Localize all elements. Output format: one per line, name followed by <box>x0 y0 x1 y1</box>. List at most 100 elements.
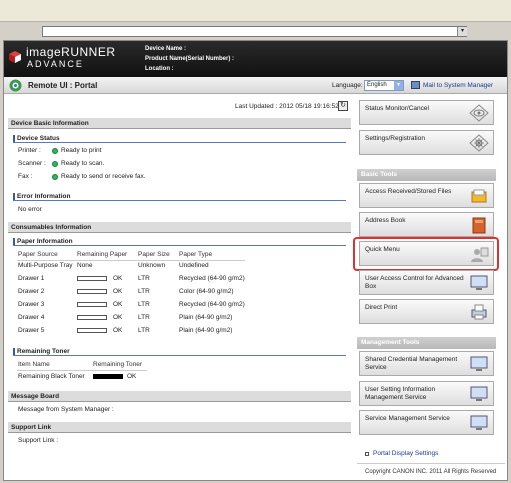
paper-type-5: Plain (64-90 g/m2) <box>179 327 233 334</box>
paper-remaining-3: OK <box>113 301 123 308</box>
access-files-button[interactable]: Access Received/Stored Files <box>359 183 494 208</box>
paper-level-bar <box>77 289 107 294</box>
shared-credential-button[interactable]: Shared Credential Management Service <box>359 351 494 376</box>
access-files-label: Access Received/Stored Files <box>365 188 452 195</box>
monitor-icon <box>470 415 488 430</box>
status-monitor-label: Status Monitor/Cancel <box>365 105 429 112</box>
logo-text-advance: ADVANCE <box>27 59 84 69</box>
paper-col-size: Paper Size <box>138 251 170 258</box>
paper-size-2: LTR <box>138 288 150 295</box>
toner-item-name: Remaining Black Toner <box>18 373 85 380</box>
paper-size-5: LTR <box>138 327 150 334</box>
device-name-label: Device Name : <box>145 46 187 52</box>
section-device-basic-info: Device Basic Information <box>8 118 351 129</box>
user-access-control-button[interactable]: User Access Control for Advanced Box <box>359 270 494 295</box>
service-management-button[interactable]: Service Management Service <box>359 410 494 435</box>
folder-icon <box>471 189 487 203</box>
paper-source-2: Drawer 2 <box>18 288 45 295</box>
paper-col-remaining: Remaining Paper <box>77 251 128 258</box>
gear-icon <box>469 134 489 152</box>
table-divider <box>17 370 147 371</box>
monitor-icon <box>470 275 488 290</box>
user-setting-info-label: User Setting Information Management Serv… <box>365 386 436 401</box>
paper-source-4: Drawer 4 <box>18 314 45 321</box>
toner-col-item: Item Name <box>18 361 50 368</box>
subsection-remaining-toner: Remaining Toner <box>13 347 346 356</box>
portal-display-settings-link[interactable]: Portal Display Settings <box>373 450 438 457</box>
paper-remaining-0: None <box>77 262 93 269</box>
paper-source-0: Multi-Purpose Tray <box>18 262 73 269</box>
subsection-error-info: Error Information <box>13 192 346 201</box>
status-value-printer: Ready to print <box>61 147 102 154</box>
language-label: Language: <box>332 82 363 89</box>
status-ready-icon <box>52 174 58 180</box>
paper-level-bar <box>77 328 107 333</box>
status-label-printer: Printer : <box>18 147 41 154</box>
quick-menu-highlight <box>353 237 499 271</box>
browser-toolbar <box>0 0 511 22</box>
paper-size-3: LTR <box>138 301 150 308</box>
eye-icon <box>469 104 489 122</box>
paper-remaining-1: OK <box>113 275 123 282</box>
status-value-fax: Ready to send or receive fax. <box>61 173 146 180</box>
group-management-tools: Management Tools <box>357 337 496 349</box>
status-ready-icon <box>52 148 58 154</box>
status-monitor-button[interactable]: Status Monitor/Cancel <box>359 100 494 125</box>
message-from-label: Message from System Manager : <box>18 406 114 413</box>
bullet-icon <box>365 452 369 456</box>
section-message-board: Message Board <box>8 391 351 402</box>
service-management-label: Service Management Service <box>365 415 450 422</box>
table-divider <box>17 260 245 261</box>
remote-ui-icon <box>9 79 22 92</box>
direct-print-button[interactable]: Direct Print <box>359 299 494 324</box>
group-basic-tools: Basic Tools <box>357 169 496 181</box>
support-link-label: Support Link : <box>18 437 59 444</box>
address-dropdown-icon[interactable]: ▾ <box>457 27 467 36</box>
toner-remaining-value: OK <box>127 373 137 380</box>
paper-remaining-2: OK <box>113 288 123 295</box>
settings-registration-button[interactable]: Settings/Registration <box>359 130 494 155</box>
paper-size-4: LTR <box>138 314 150 321</box>
address-book-button[interactable]: Address Book <box>359 212 494 237</box>
paper-size-0: Unknown <box>138 262 166 269</box>
paper-col-type: Paper Type <box>179 251 213 258</box>
address-bar[interactable] <box>42 26 467 37</box>
monitor-icon <box>470 356 488 371</box>
paper-col-source: Paper Source <box>18 251 58 258</box>
paper-source-5: Drawer 5 <box>18 327 45 334</box>
canon-cube-logo-icon <box>9 51 21 63</box>
page-title: Remote UI : Portal <box>28 81 98 90</box>
paper-type-0: Undefined <box>179 262 209 269</box>
subsection-paper-info: Paper Information <box>13 237 346 246</box>
toner-level-bar <box>93 374 123 379</box>
paper-size-1: LTR <box>138 275 150 282</box>
chevron-down-icon[interactable]: ▼ <box>394 81 403 90</box>
error-value: No error <box>18 206 42 213</box>
mail-icon[interactable] <box>411 81 420 89</box>
mail-to-system-manager-link[interactable]: Mail to System Manager <box>423 82 493 89</box>
logo-text-imagerunner: imageRUNNER <box>26 45 116 59</box>
last-updated-text: Last Updated : 2012 05/18 19:16:52 <box>235 103 339 110</box>
copyright-text: Copyright CANON INC. 2011 All Rights Res… <box>365 469 497 475</box>
user-setting-info-button[interactable]: User Setting Information Management Serv… <box>359 381 494 406</box>
footer-divider <box>357 463 505 464</box>
paper-type-3: Recycled (64-90 g/m2) <box>179 301 245 308</box>
direct-print-label: Direct Print <box>365 304 398 311</box>
paper-remaining-4: OK <box>113 314 123 321</box>
paper-level-bar <box>77 302 107 307</box>
paper-source-1: Drawer 1 <box>18 275 45 282</box>
paper-type-4: Plain (64-90 g/m2) <box>179 314 233 321</box>
paper-level-bar <box>77 315 107 320</box>
toner-col-remaining: Remaining Toner <box>93 361 143 368</box>
location-label: Location : <box>145 66 174 72</box>
refresh-icon[interactable]: ↻ <box>338 101 348 111</box>
product-name-label: Product Name(Serial Number) : <box>145 56 235 62</box>
paper-type-2: Color (64-90 g/m2) <box>179 288 234 295</box>
paper-type-1: Recycled (64-90 g/m2) <box>179 275 245 282</box>
settings-registration-label: Settings/Registration <box>365 135 425 142</box>
status-value-scanner: Ready to scan. <box>61 160 105 167</box>
address-book-icon <box>472 217 486 234</box>
monitor-icon <box>470 386 488 401</box>
user-access-control-label: User Access Control for Advanced Box <box>365 275 464 290</box>
status-label-scanner: Scanner : <box>18 160 46 167</box>
